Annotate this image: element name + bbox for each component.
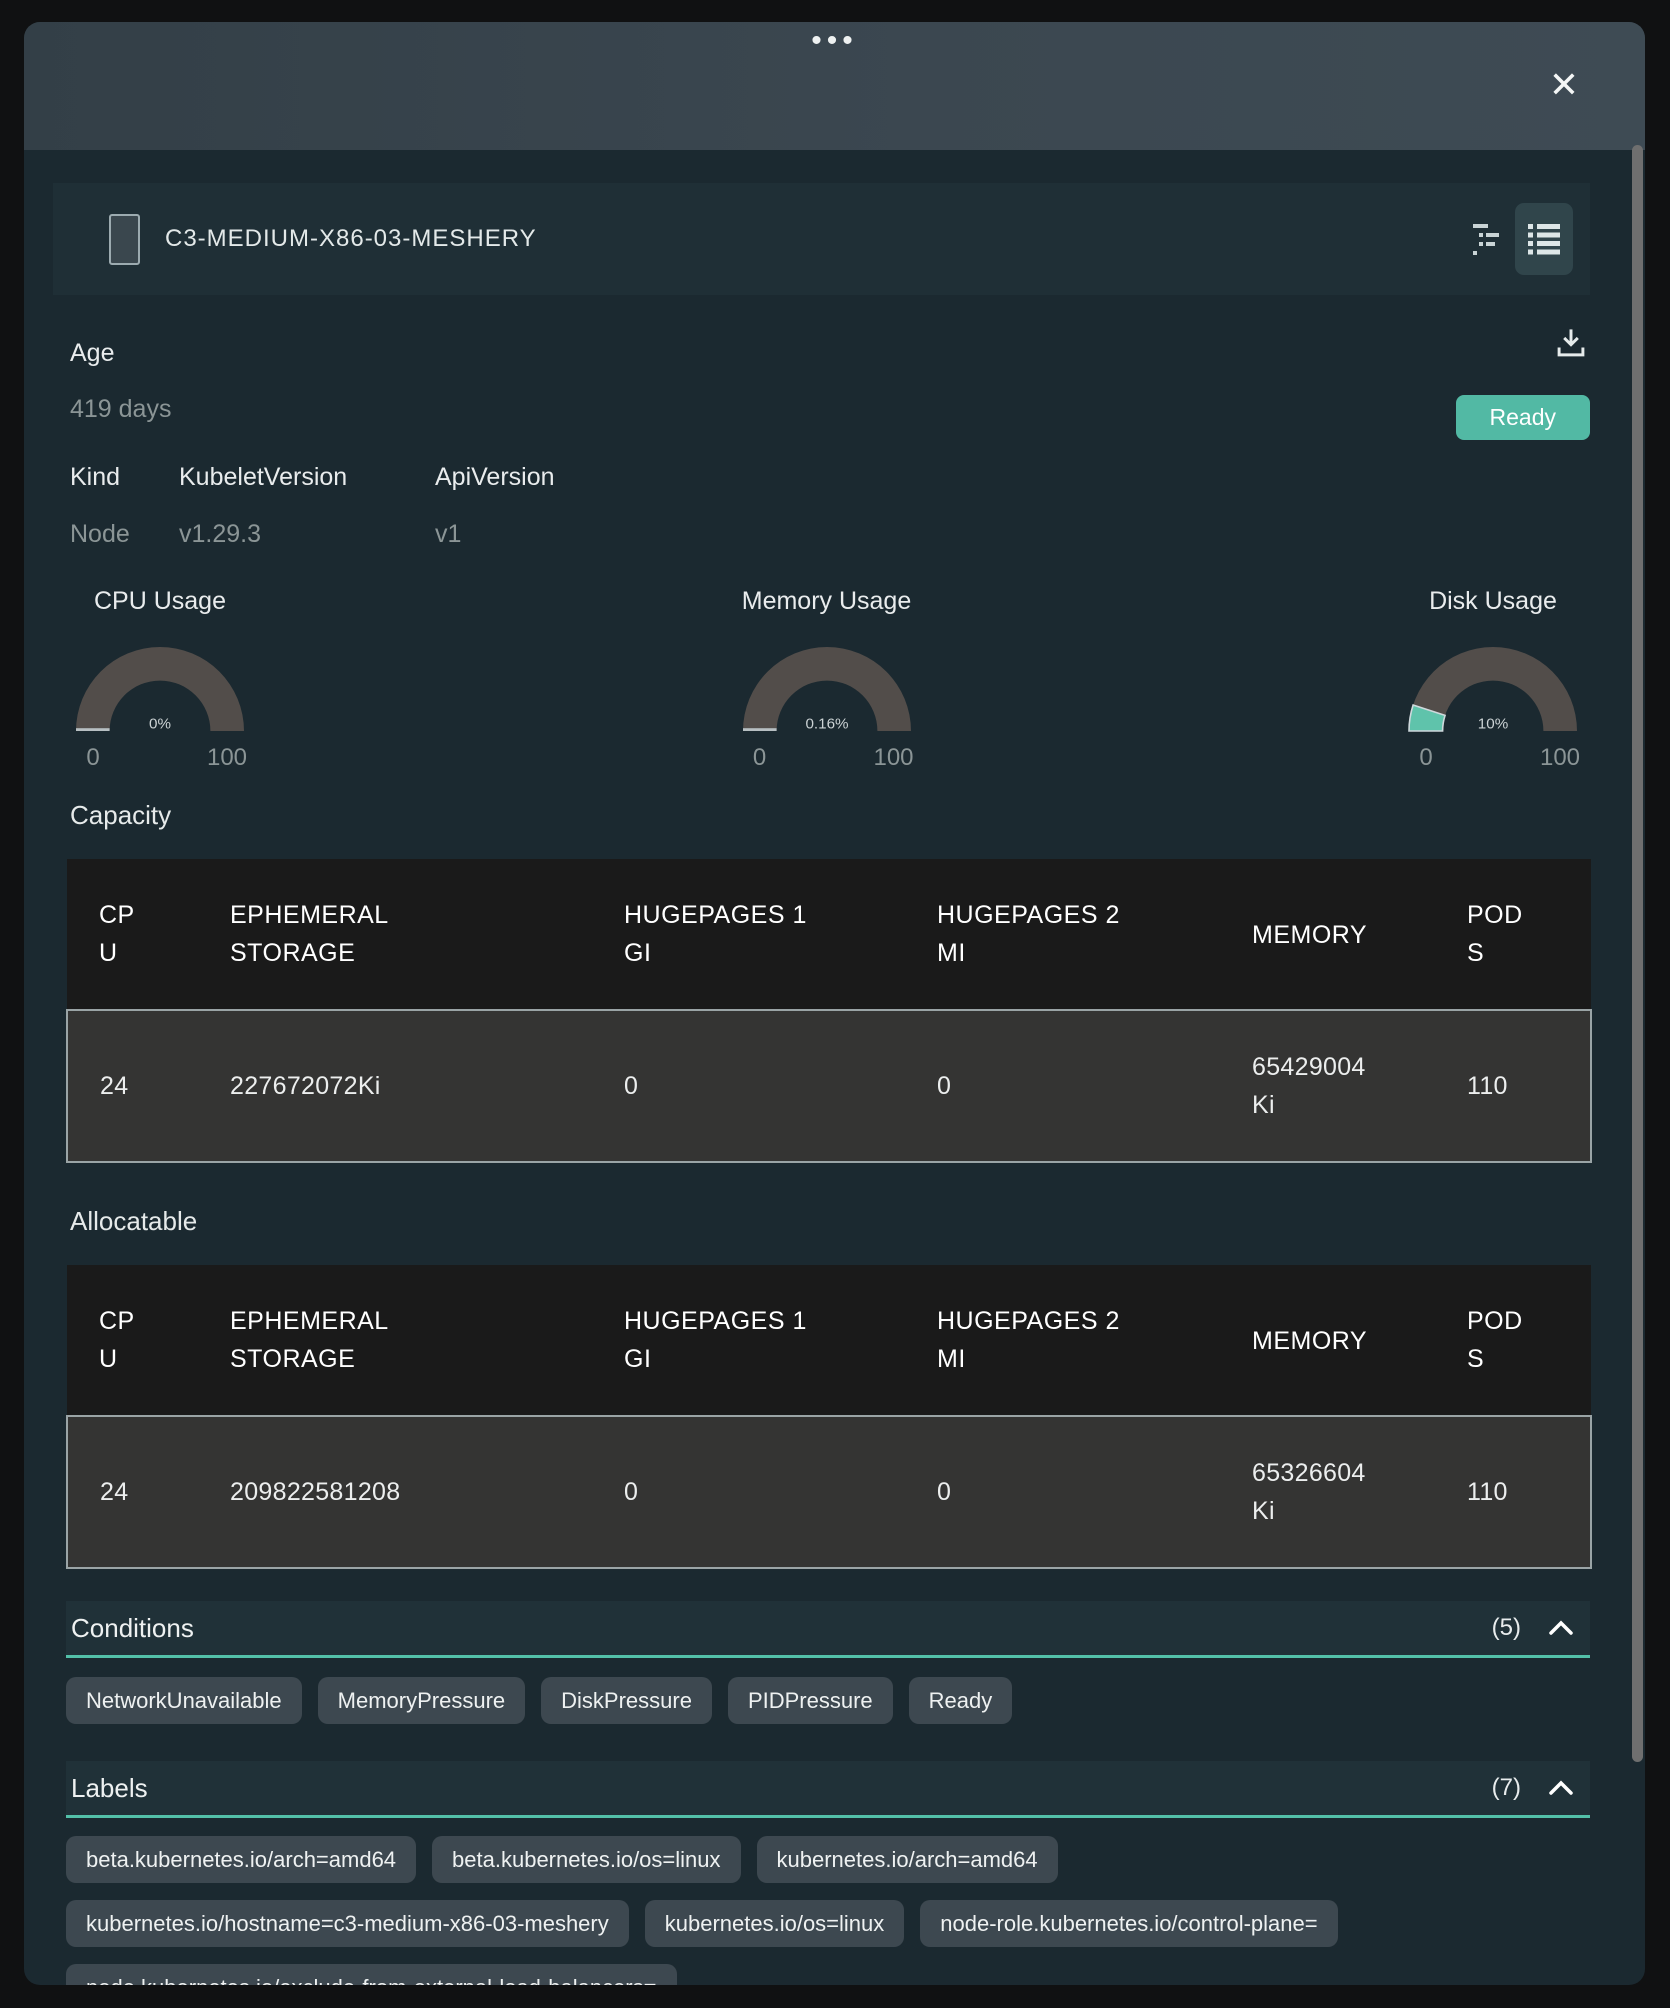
- label-chip[interactable]: kubernetes.io/hostname=c3-medium-x86-03-…: [66, 1900, 629, 1947]
- table-header-row: CPU EPHEMERAL STORAGE HUGEPAGES 1 GI HUG…: [67, 859, 1591, 1010]
- column-header-memory: MEMORY: [1220, 1265, 1435, 1416]
- allocatable-title: Allocatable: [70, 1205, 1590, 1237]
- card-header: C3-MEDIUM-X86-03-MESHERY: [53, 183, 1590, 295]
- table-header-row: CPU EPHEMERAL STORAGE HUGEPAGES 1 GI HUG…: [67, 1265, 1591, 1416]
- select-checkbox[interactable]: [109, 214, 140, 265]
- gauge-axis: 0 100: [739, 743, 915, 773]
- gauge-max-label: 100: [207, 743, 247, 773]
- close-icon[interactable]: ✕: [1541, 62, 1587, 108]
- drag-handle-icon[interactable]: •••: [811, 26, 858, 56]
- node-details-modal: ••• ✕ C3-MEDIUM-X86-03-MESHERY Age 419 d…: [24, 22, 1645, 1985]
- conditions-chip-list: NetworkUnavailable MemoryPressure DiskPr…: [66, 1677, 1590, 1724]
- table-cell-ephemeral-storage: 209822581208: [198, 1416, 592, 1568]
- gauge-title: CPU Usage: [94, 586, 226, 616]
- column-header-cpu: CPU: [67, 1265, 198, 1416]
- usage-gauges: CPU Usage 0% 0 100 Memory Usage 0.16% 0 …: [72, 586, 1581, 773]
- gauge-max-label: 100: [1540, 743, 1580, 773]
- kind-label: Kind: [70, 462, 179, 492]
- table-cell-hugepages-1gi: 0: [592, 1416, 905, 1568]
- condition-chip[interactable]: NetworkUnavailable: [66, 1677, 302, 1724]
- cpu-usage-gauge: CPU Usage 0% 0 100: [72, 586, 248, 773]
- gauge-value: 0%: [149, 716, 171, 733]
- node-title: C3-MEDIUM-X86-03-MESHERY: [165, 225, 1471, 253]
- label-chip[interactable]: kubernetes.io/os=linux: [645, 1900, 905, 1947]
- table-cell-hugepages-1gi: 0: [592, 1010, 905, 1162]
- table-cell-memory: 65429004Ki: [1220, 1010, 1435, 1162]
- meta-section: Age 419 days Ready: [70, 338, 1590, 424]
- modal-drag-header: ••• ✕: [24, 22, 1645, 150]
- column-header-pods: PODS: [1435, 1265, 1591, 1416]
- column-header-pods: PODS: [1435, 859, 1591, 1010]
- gauge-title: Memory Usage: [742, 586, 912, 616]
- condition-chip[interactable]: Ready: [909, 1677, 1013, 1724]
- download-icon[interactable]: [1554, 326, 1588, 360]
- gauge-axis: 0 100: [1405, 743, 1581, 773]
- table-cell-hugepages-2mi: 0: [905, 1010, 1220, 1162]
- age-value: 419 days: [70, 394, 1590, 424]
- conditions-section-header[interactable]: Conditions (5): [66, 1601, 1590, 1658]
- detail-view-button[interactable]: [1515, 203, 1573, 275]
- api-version-label: ApiVersion: [435, 462, 1590, 492]
- column-header-ephemeral-storage: EPHEMERAL STORAGE: [198, 859, 592, 1010]
- table-row: 24 227672072Ki 0 0 65429004Ki 110: [67, 1010, 1591, 1162]
- labels-chip-list: beta.kubernetes.io/arch=amd64 beta.kuber…: [66, 1836, 1590, 1985]
- label-chip[interactable]: node.kubernetes.io/exclude-from-external…: [66, 1964, 677, 1985]
- gauge-min-label: 0: [86, 743, 99, 773]
- conditions-count: (5): [1492, 1614, 1521, 1642]
- table-cell-pods: 110: [1435, 1010, 1591, 1162]
- age-label: Age: [70, 338, 1590, 368]
- column-header-cpu: CPU: [67, 859, 198, 1010]
- vertical-scrollbar[interactable]: [1632, 145, 1643, 1762]
- column-header-hugepages-2mi: HUGEPAGES 2 MI: [905, 1265, 1220, 1416]
- table-cell-ephemeral-storage: 227672072Ki: [198, 1010, 592, 1162]
- chevron-up-icon[interactable]: [1548, 1620, 1574, 1636]
- gauge-axis: 0 100: [72, 743, 248, 773]
- gauge-min-label: 0: [1419, 743, 1432, 773]
- memory-usage-gauge: Memory Usage 0.16% 0 100: [739, 586, 915, 773]
- allocatable-table: CPU EPHEMERAL STORAGE HUGEPAGES 1 GI HUG…: [66, 1265, 1592, 1569]
- detailed-list-icon: [1527, 222, 1561, 256]
- label-chip[interactable]: node-role.kubernetes.io/control-plane=: [920, 1900, 1337, 1947]
- kind-value: Node: [70, 519, 179, 549]
- chevron-up-icon[interactable]: [1548, 1780, 1574, 1796]
- conditions-title: Conditions: [71, 1613, 1492, 1644]
- labels-title: Labels: [71, 1773, 1492, 1804]
- table-row: 24 209822581208 0 0 65326604Ki 110: [67, 1416, 1591, 1568]
- kubelet-version-value: v1.29.3: [179, 519, 435, 549]
- api-version-value: v1: [435, 519, 1590, 549]
- gauge-arc: 0.16%: [739, 643, 915, 739]
- labels-section-header[interactable]: Labels (7): [66, 1761, 1590, 1818]
- column-header-hugepages-1gi: HUGEPAGES 1 GI: [592, 1265, 905, 1416]
- capacity-title: Capacity: [70, 799, 1590, 831]
- label-chip[interactable]: beta.kubernetes.io/os=linux: [432, 1836, 740, 1883]
- capacity-table: CPU EPHEMERAL STORAGE HUGEPAGES 1 GI HUG…: [66, 859, 1592, 1163]
- disk-usage-gauge: Disk Usage 10% 0 100: [1405, 586, 1581, 773]
- kind-version-section: Kind Node KubeletVersion v1.29.3 ApiVers…: [70, 462, 1590, 549]
- column-header-ephemeral-storage: EPHEMERAL STORAGE: [198, 1265, 592, 1416]
- condition-chip[interactable]: PIDPressure: [728, 1677, 893, 1724]
- condition-chip[interactable]: MemoryPressure: [318, 1677, 525, 1724]
- column-header-hugepages-2mi: HUGEPAGES 2 MI: [905, 859, 1220, 1010]
- gauge-arc: 10%: [1405, 643, 1581, 739]
- column-header-hugepages-1gi: HUGEPAGES 1 GI: [592, 859, 905, 1010]
- flat-view-icon[interactable]: [1471, 221, 1501, 257]
- gauge-value: 10%: [1478, 716, 1508, 733]
- condition-chip[interactable]: DiskPressure: [541, 1677, 712, 1724]
- gauge-title: Disk Usage: [1429, 586, 1557, 616]
- column-header-memory: MEMORY: [1220, 859, 1435, 1010]
- table-cell-cpu: 24: [67, 1010, 198, 1162]
- table-cell-pods: 110: [1435, 1416, 1591, 1568]
- kubelet-version-label: KubeletVersion: [179, 462, 435, 492]
- table-cell-hugepages-2mi: 0: [905, 1416, 1220, 1568]
- table-cell-cpu: 24: [67, 1416, 198, 1568]
- labels-count: (7): [1492, 1774, 1521, 1802]
- gauge-max-label: 100: [873, 743, 913, 773]
- gauge-value: 0.16%: [805, 716, 848, 733]
- table-cell-memory: 65326604Ki: [1220, 1416, 1435, 1568]
- status-badge: Ready: [1456, 395, 1590, 440]
- gauge-min-label: 0: [753, 743, 766, 773]
- label-chip[interactable]: kubernetes.io/arch=amd64: [757, 1836, 1058, 1883]
- label-chip[interactable]: beta.kubernetes.io/arch=amd64: [66, 1836, 416, 1883]
- gauge-arc: 0%: [72, 643, 248, 739]
